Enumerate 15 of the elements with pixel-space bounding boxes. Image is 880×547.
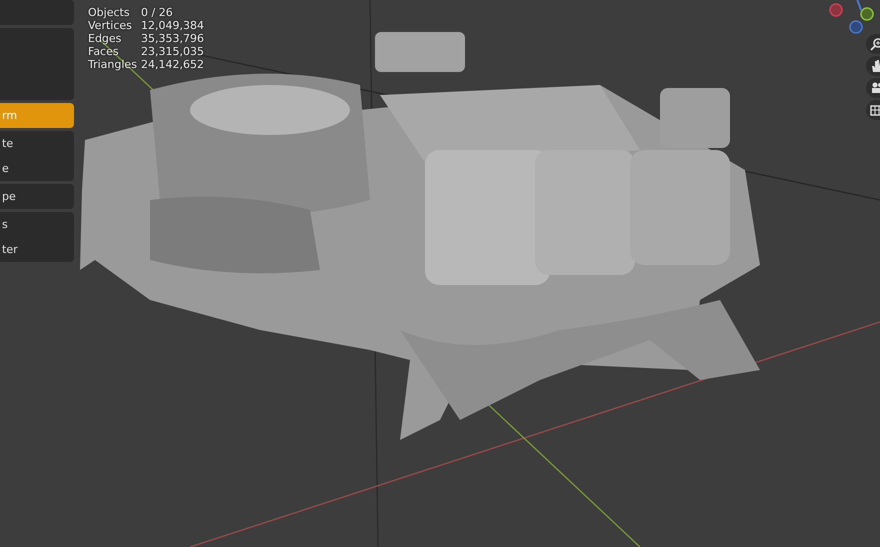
stat-label: Triangles	[88, 58, 138, 71]
stat-label: Vertices	[88, 19, 133, 32]
stat-value: 12,049,384	[141, 19, 204, 32]
tool-item[interactable]: pe	[0, 184, 74, 209]
tool-item[interactable]: ter	[0, 237, 74, 262]
stat-value: 35,353,796	[141, 32, 204, 45]
tool-item[interactable]: s	[0, 212, 74, 237]
tool-item[interactable]: e	[0, 156, 74, 181]
stat-label: Edges	[88, 32, 122, 45]
stat-value: 24,142,652	[141, 58, 204, 71]
stat-value: 0 / 26	[141, 6, 173, 19]
stat-label: Objects	[88, 6, 131, 19]
tool-item[interactable]: te	[0, 131, 74, 156]
stat-label: Faces	[88, 45, 120, 58]
stat-value: 23,315,035	[141, 45, 204, 58]
